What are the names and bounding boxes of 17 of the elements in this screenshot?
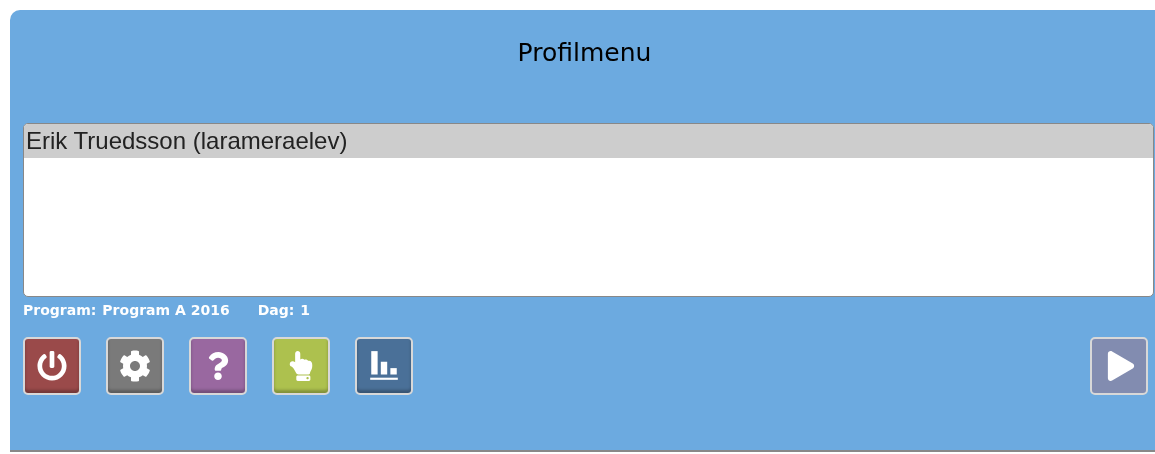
power-icon (37, 351, 67, 381)
settings-icon (119, 350, 151, 382)
bar-chart-icon (367, 349, 401, 383)
play-icon (1106, 351, 1136, 381)
info-value: Program A 2016 (102, 300, 230, 320)
panel-title: Profilmenu (517, 37, 652, 68)
profile-list[interactable]: Erik Truedsson (larameraelev) (23, 123, 1154, 297)
settings-button[interactable] (106, 337, 164, 395)
help-button[interactable] (189, 337, 247, 395)
info-label: Program: (23, 300, 97, 320)
info-value: 1 (300, 300, 311, 320)
hand-button[interactable] (272, 337, 330, 395)
next-button[interactable] (1090, 337, 1148, 395)
power-button[interactable] (23, 337, 81, 395)
chart-button[interactable] (355, 337, 413, 395)
info-label: Dag: (257, 300, 295, 320)
profile-item[interactable]: Erik Truedsson (larameraelev) (24, 124, 1153, 158)
